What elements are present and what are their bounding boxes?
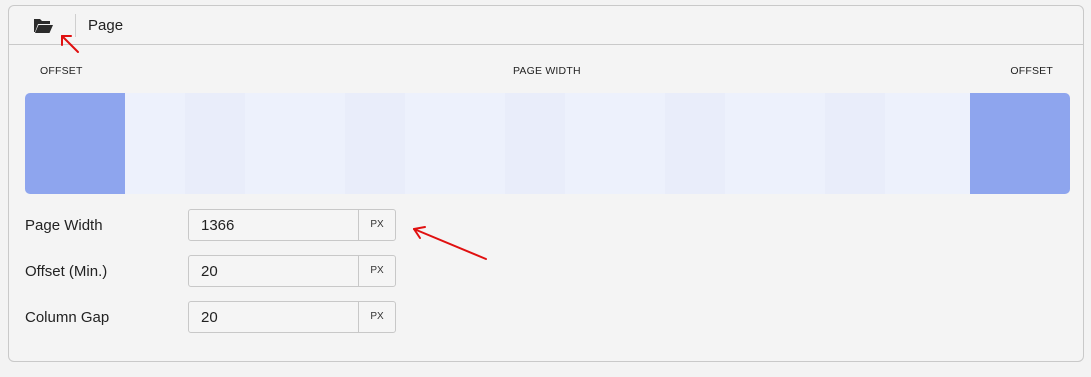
offset-min-field: PX (188, 255, 396, 287)
column-gap-unit: PX (358, 302, 395, 332)
panel-title: Page (88, 17, 124, 34)
column-gap-input[interactable] (189, 302, 361, 332)
offset-left-label: OFFSET (40, 65, 83, 77)
column-stripe (185, 93, 245, 194)
offset-left-block (25, 93, 125, 194)
layout-preview (25, 93, 1070, 194)
column-gap-field: PX (188, 301, 396, 333)
offset-min-row: Offset (Min.) PX (9, 255, 429, 289)
page-width-field-label: Page Width (25, 217, 103, 234)
column-stripe (665, 93, 725, 194)
folder-open-icon (34, 19, 53, 33)
offset-min-field-label: Offset (Min.) (25, 263, 108, 280)
panel-header: Page (9, 6, 1083, 45)
column-gap-field-label: Column Gap (25, 309, 110, 326)
column-stripe (505, 93, 565, 194)
page-width-field: PX (188, 209, 396, 241)
page-settings-panel: Page OFFSET PAGE WIDTH OFFSET Page Width… (8, 5, 1084, 362)
offset-right-block (970, 93, 1070, 194)
page-width-label: PAGE WIDTH (513, 65, 581, 77)
folder-open-button[interactable] (31, 14, 55, 36)
offset-right-label: OFFSET (1010, 65, 1053, 77)
column-stripe (825, 93, 885, 194)
column-gap-row: Column Gap PX (9, 301, 429, 335)
page-width-unit: PX (358, 210, 395, 240)
offset-min-input[interactable] (189, 256, 361, 286)
header-divider (75, 14, 76, 37)
page-width-input[interactable] (189, 210, 361, 240)
offset-min-unit: PX (358, 256, 395, 286)
page-width-row: Page Width PX (9, 209, 429, 243)
column-stripe (345, 93, 405, 194)
